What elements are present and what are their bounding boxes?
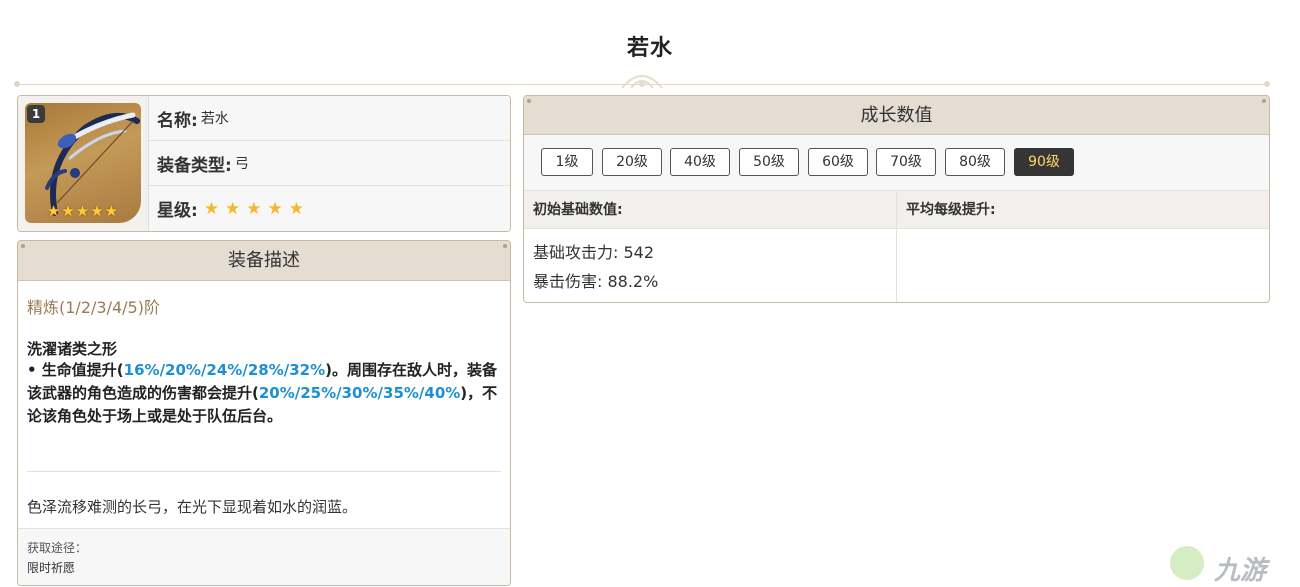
- crit-dmg-stat: 暴击伤害: 88.2%: [533, 272, 659, 291]
- level-selector: 1级 20级 40级 50级 60级 70级 80级 90级: [524, 135, 1269, 191]
- stat-table-header: 初始基础数值: 平均每级提升:: [524, 191, 1269, 229]
- passive-name: 洗濯诸类之形: [27, 340, 118, 358]
- weapon-thumbnail-cell: 1 ★★★★★: [18, 96, 149, 231]
- level-button-80[interactable]: 80级: [945, 148, 1005, 176]
- growth-card: 成长数值 1级 20级 40级 50级 60级 70级 80级 90级 初始基础…: [523, 95, 1270, 303]
- divider-ornament-icon: [621, 75, 663, 89]
- description-header: 装备描述: [18, 241, 510, 281]
- level-button-40[interactable]: 40级: [670, 148, 730, 176]
- rarity-row: 星级: ★★★★★: [149, 186, 510, 231]
- description-body: 精炼(1/2/3/4/5)阶 洗濯诸类之形 • 生命值提升(16%/20%/24…: [18, 281, 510, 428]
- level-button-90[interactable]: 90级: [1014, 148, 1074, 176]
- site-watermark: 九游: [1170, 540, 1300, 587]
- base-stats-column-header: 初始基础数值:: [524, 191, 897, 228]
- level-button-50[interactable]: 50级: [739, 148, 799, 176]
- description-card: 装备描述 精炼(1/2/3/4/5)阶 洗濯诸类之形 • 生命值提升(16%/2…: [17, 240, 511, 586]
- level-button-70[interactable]: 70级: [876, 148, 936, 176]
- source-label: 获取途径：: [27, 541, 88, 555]
- base-stats-cell: 基础攻击力: 542 暴击伤害: 88.2%: [524, 229, 897, 302]
- header-dot-right: [1262, 99, 1266, 103]
- passive-text: • 生命值提升(16%/20%/24%/28%/32%)。周围存在敌人时，装备该…: [27, 359, 501, 428]
- level-button-20[interactable]: 20级: [602, 148, 662, 176]
- level-button-1[interactable]: 1级: [541, 148, 593, 176]
- type-row: 装备类型: 弓: [149, 141, 510, 186]
- divider-dot-right: [1264, 81, 1270, 87]
- passive-part: • 生命值提升(: [27, 361, 124, 379]
- source-box: 获取途径： 限时祈愿: [18, 528, 510, 585]
- rarity-label: 星级:: [157, 201, 198, 221]
- base-atk-stat: 基础攻击力: 542: [533, 243, 655, 262]
- page-title: 若水: [626, 36, 673, 61]
- refine-line: 精炼(1/2/3/4/5)阶: [27, 298, 160, 317]
- watermark-blob: [1170, 546, 1204, 580]
- growth-header-title: 成长数值: [860, 105, 933, 126]
- divider-dot-left: [14, 81, 20, 87]
- name-value: 若水: [200, 111, 229, 127]
- type-label: 装备类型:: [157, 155, 232, 176]
- header-dot-right: [503, 244, 507, 248]
- growth-header: 成长数值: [524, 96, 1269, 135]
- thumbnail-stars: ★★★★★: [46, 202, 120, 220]
- weapon-info-card: 1 ★★★★★ 名称: 若水 装备类型: 弓 星级: ★★★★★: [17, 95, 511, 232]
- name-row: 名称: 若水: [149, 96, 510, 141]
- rarity-stars: ★★★★★: [203, 198, 311, 219]
- name-label: 名称:: [157, 110, 198, 131]
- header-dot-left: [527, 99, 531, 103]
- refine-badge: 1: [27, 105, 45, 123]
- type-value: 弓: [234, 156, 249, 172]
- weapon-thumbnail: 1 ★★★★★: [25, 103, 141, 223]
- flavor-text: 色泽流移难测的长弓，在光下显现着如水的润蓝。: [27, 498, 358, 516]
- stat-table-body: 基础攻击力: 542 暴击伤害: 88.2%: [524, 229, 1269, 302]
- description-separator: [27, 471, 501, 472]
- passive-part-highlight: 16%/20%/24%/28%/32%: [123, 361, 326, 379]
- avg-growth-column-header: 平均每级提升:: [906, 202, 996, 218]
- source-value: 限时祈愿: [27, 561, 76, 575]
- info-rows: 名称: 若水 装备类型: 弓 星级: ★★★★★: [149, 96, 510, 231]
- level-button-60[interactable]: 60级: [808, 148, 868, 176]
- description-header-title: 装备描述: [228, 250, 300, 271]
- passive-part-highlight: 20%/25%/30%/35%/40%: [258, 384, 461, 402]
- header-dot-left: [21, 244, 25, 248]
- watermark-text: 九游: [1214, 556, 1267, 586]
